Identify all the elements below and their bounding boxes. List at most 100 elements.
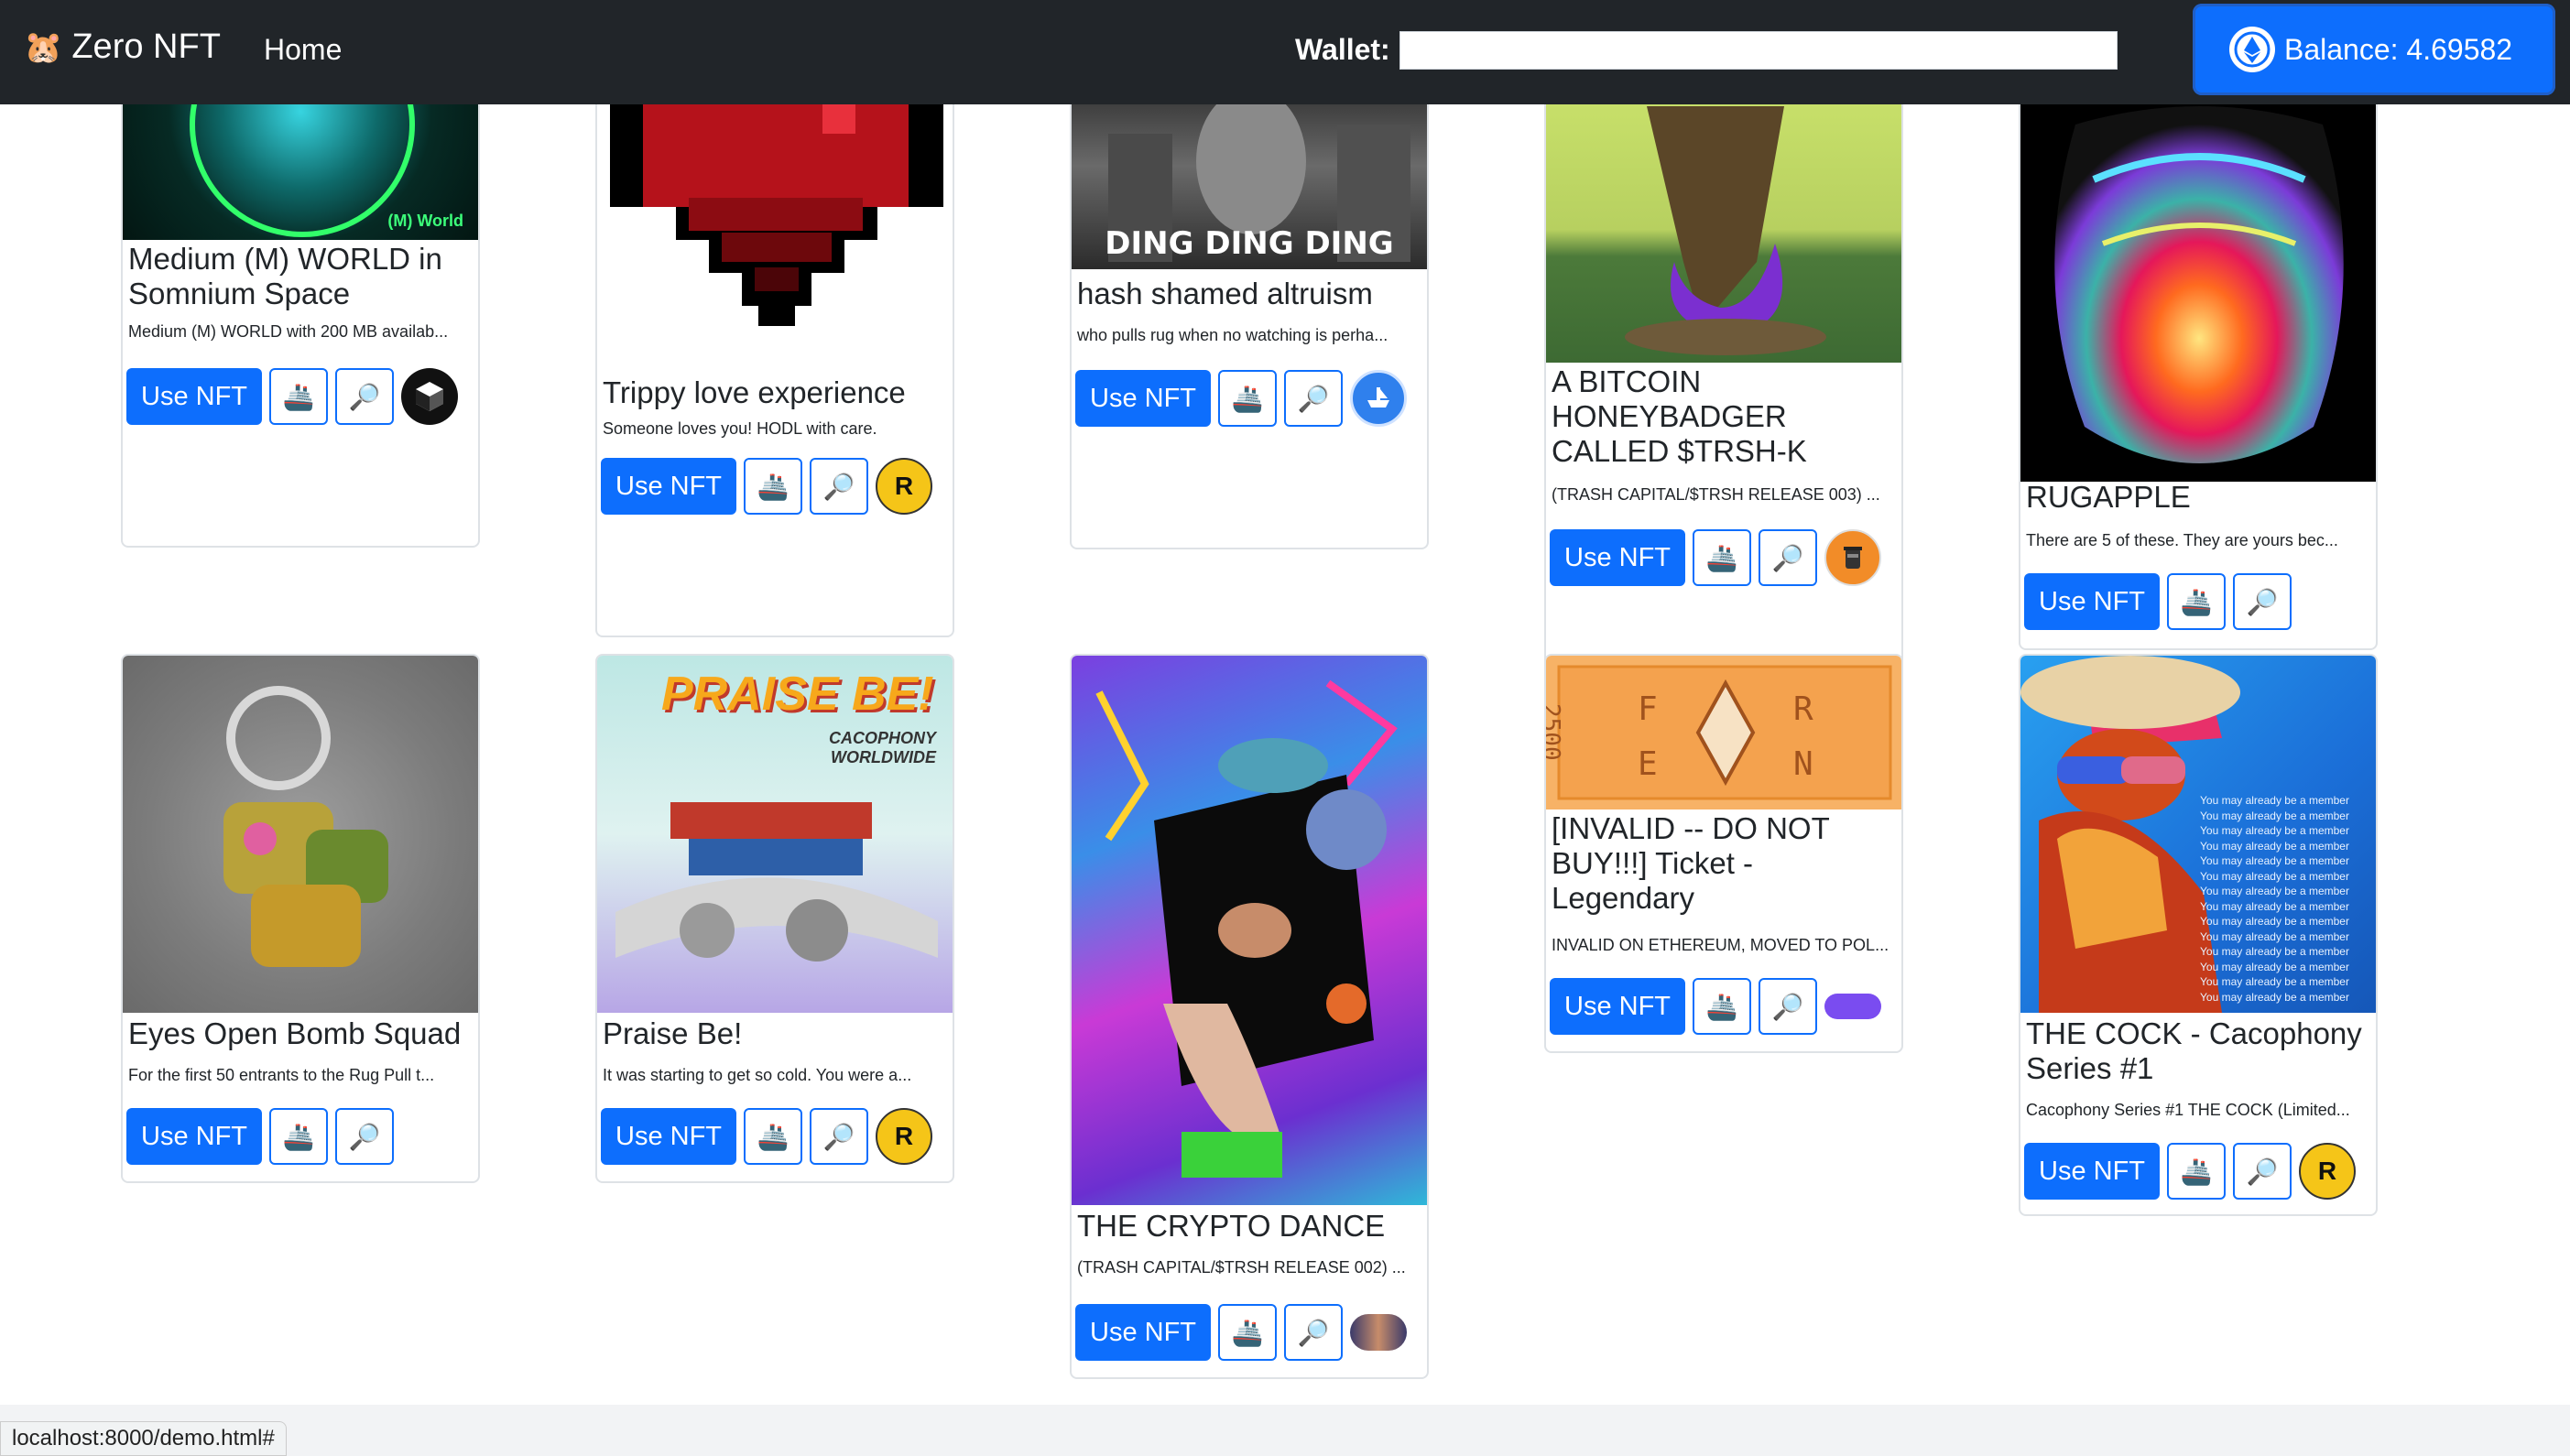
inspect-button[interactable]: 🔎 (1759, 529, 1817, 586)
nft-title: Praise Be! (603, 1016, 743, 1050)
nav-home-link[interactable]: Home (264, 33, 342, 67)
rarible-badge-icon[interactable]: R (876, 458, 932, 515)
nft-description: There are 5 of these. They are yours bec… (2026, 531, 2338, 549)
use-nft-button[interactable]: Use NFT (601, 1108, 736, 1165)
transfer-ship-button[interactable]: 🚢 (2167, 1143, 2226, 1200)
transfer-ship-button[interactable]: 🚢 (2167, 573, 2226, 630)
use-nft-button[interactable]: Use NFT (126, 368, 262, 425)
nft-title: Medium (M) WORLD in Somnium Space (128, 242, 442, 310)
transfer-ship-button[interactable]: 🚢 (1218, 370, 1277, 427)
ship-icon: 🚢 (1231, 1318, 1264, 1347)
nft-card: (M) World Medium (M) WORLD in Somnium Sp… (121, 104, 480, 548)
svg-text:R: R (1793, 690, 1813, 728)
image-caption: (M) World (387, 212, 463, 230)
transfer-ship-button[interactable]: 🚢 (269, 368, 328, 425)
use-nft-button[interactable]: Use NFT (601, 458, 736, 515)
ship-icon: 🚢 (757, 472, 790, 501)
inspect-button[interactable]: 🔎 (810, 458, 868, 515)
inspect-button[interactable]: 🔎 (1284, 1304, 1343, 1361)
inspect-button[interactable]: 🔎 (335, 368, 394, 425)
wallet-label: Wallet: (1295, 33, 1390, 66)
nft-title: Eyes Open Bomb Squad (128, 1016, 462, 1050)
top-navbar: 🐹 Zero NFT Home Wallet: Balance: 4.69582 (0, 0, 2570, 104)
ship-icon: 🚢 (282, 1122, 315, 1151)
page-footer-area (0, 1405, 2570, 1456)
svg-text:F: F (1638, 690, 1658, 728)
browser-status-url: localhost:8000/demo.html# (0, 1421, 287, 1456)
wallet-input[interactable] (1399, 31, 2118, 70)
nft-grid: (M) World Medium (M) WORLD in Somnium Sp… (0, 104, 2570, 1405)
nft-card: Trippy love experience Someone loves you… (595, 104, 954, 637)
ticket-badge-icon[interactable] (1824, 994, 1881, 1019)
nft-description: INVALID ON ETHEREUM, MOVED TO POL... (1552, 936, 1889, 954)
inspect-button[interactable]: 🔎 (335, 1108, 394, 1165)
nft-description: For the first 50 entrants to the Rug Pul… (128, 1066, 435, 1084)
nft-card: Eyes Open Bomb Squad For the first 50 en… (121, 654, 480, 1183)
image-caption: DING DING DING (1105, 225, 1394, 262)
collection-pill-badge-icon[interactable] (1350, 1314, 1407, 1351)
nft-description: (TRASH CAPITAL/$TRSH RELEASE 003) ... (1552, 485, 1880, 504)
nft-description: Someone loves you! HODL with care. (603, 419, 877, 438)
transfer-ship-button[interactable]: 🚢 (1693, 978, 1751, 1035)
nft-card: A BITCOIN HONEYBADGER CALLED $TRSH-K (TR… (1544, 104, 1903, 709)
nft-description: (TRASH CAPITAL/$TRSH RELEASE 002) ... (1077, 1258, 1406, 1277)
nft-card: RUGAPPLE There are 5 of these. They are … (2019, 104, 2378, 650)
nft-image (123, 656, 478, 1013)
image-subcaption: CACOPHONY WORLDWIDE (828, 729, 936, 766)
nft-image (1546, 104, 1901, 363)
nft-title: THE CRYPTO DANCE (1077, 1209, 1386, 1243)
nft-description: It was starting to get so cold. You were… (603, 1066, 912, 1084)
use-nft-button[interactable]: Use NFT (1075, 1304, 1211, 1361)
nft-title: A BITCOIN HONEYBADGER CALLED $TRSH-K (1552, 364, 1807, 468)
inspect-button[interactable]: 🔎 (2233, 573, 2292, 630)
use-nft-button[interactable]: Use NFT (126, 1108, 262, 1165)
use-nft-button[interactable]: Use NFT (1550, 529, 1685, 586)
ship-icon: 🚢 (1705, 543, 1738, 572)
magnifier-icon: 🔎 (348, 382, 381, 411)
svg-text:N: N (1793, 745, 1813, 783)
brand[interactable]: 🐹 Zero NFT (24, 27, 221, 67)
use-nft-button[interactable]: Use NFT (1550, 978, 1685, 1035)
trash-can-badge-icon[interactable] (1824, 529, 1881, 586)
nft-title: THE COCK - Cacophony Series #1 (2026, 1016, 2362, 1085)
transfer-ship-button[interactable]: 🚢 (1693, 529, 1751, 586)
nft-title: RUGAPPLE (2026, 480, 2191, 514)
nft-card: F E R N 2500 [INVALID -- DO NOT BUY!!!] … (1544, 654, 1903, 1053)
inspect-button[interactable]: 🔎 (810, 1108, 868, 1165)
ethereum-icon (2229, 27, 2275, 72)
nft-card: DING DING DING hash shamed altruism who … (1070, 104, 1429, 549)
nft-title: [INVALID -- DO NOT BUY!!!] Ticket - Lege… (1552, 811, 1830, 915)
nft-description: Medium (M) WORLD with 200 MB availab... (128, 322, 449, 341)
inspect-button[interactable]: 🔎 (1284, 370, 1343, 427)
rarible-badge-icon[interactable]: R (2299, 1143, 2356, 1200)
balance-button[interactable]: Balance: 4.69582 (2193, 4, 2555, 95)
magnifier-icon: 🔎 (348, 1122, 381, 1151)
transfer-ship-button[interactable]: 🚢 (744, 458, 802, 515)
cube-badge-icon[interactable] (401, 368, 458, 425)
balance-text: Balance: 4.69582 (2284, 32, 2513, 66)
ticket-number: 2500 (1544, 703, 1564, 761)
nft-image: You may already be a member You may alrea… (2020, 656, 2376, 1013)
nft-image (2020, 104, 2376, 482)
ship-icon: 🚢 (1231, 384, 1264, 413)
ship-icon: 🚢 (2180, 1157, 2213, 1186)
use-nft-button[interactable]: Use NFT (1075, 370, 1211, 427)
nft-image: F E R N 2500 (1546, 656, 1901, 809)
nft-card: You may already be a member You may alrea… (2019, 654, 2378, 1216)
image-repeated-caption: You may already be a member You may alrea… (2200, 794, 2349, 1004)
transfer-ship-button[interactable]: 🚢 (744, 1108, 802, 1165)
inspect-button[interactable]: 🔎 (1759, 978, 1817, 1035)
opensea-ship-badge-icon[interactable] (1350, 370, 1407, 427)
rarible-badge-icon[interactable]: R (876, 1108, 932, 1165)
nft-card: PRAISE BE! CACOPHONY WORLDWIDE Praise Be… (595, 654, 954, 1183)
transfer-ship-button[interactable]: 🚢 (1218, 1304, 1277, 1361)
magnifier-icon: 🔎 (2246, 587, 2279, 616)
transfer-ship-button[interactable]: 🚢 (269, 1108, 328, 1165)
brand-name: Zero NFT (71, 27, 221, 66)
nft-image: DING DING DING (1072, 104, 1427, 269)
use-nft-button[interactable]: Use NFT (2024, 1143, 2160, 1200)
inspect-button[interactable]: 🔎 (2233, 1143, 2292, 1200)
nft-card: THE CRYPTO DANCE (TRASH CAPITAL/$TRSH RE… (1070, 654, 1429, 1379)
use-nft-button[interactable]: Use NFT (2024, 573, 2160, 630)
nft-title: hash shamed altruism (1077, 277, 1373, 310)
